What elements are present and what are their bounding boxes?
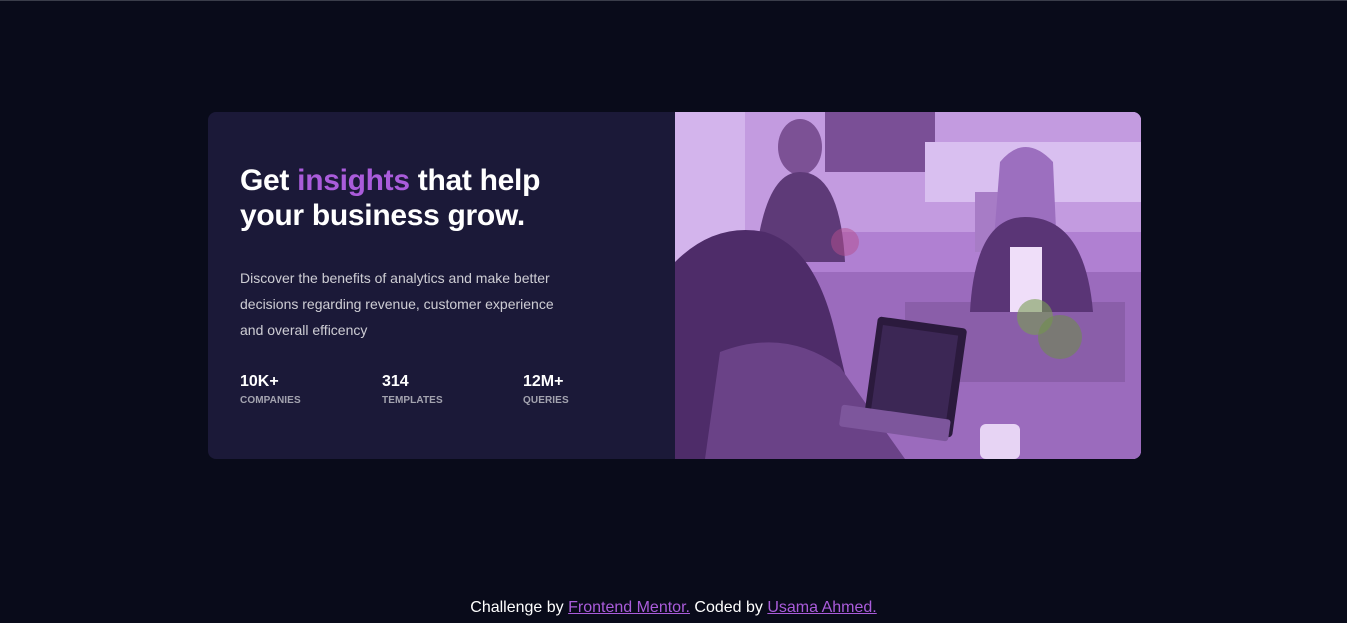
stat-value: 12M+ <box>523 373 564 390</box>
headline-intro: Get <box>240 164 298 197</box>
stat-companies: 10K+ COMPANIES <box>240 371 301 408</box>
stat-queries: 12M+ QUERIES <box>523 371 569 408</box>
attribution-middle: Coded by <box>689 599 768 616</box>
stats-row: 10K+ COMPANIES 314 TEMPLATES 12M+ QUERIE… <box>240 371 600 417</box>
stat-value: 10K+ <box>240 373 279 390</box>
stat-templates: 314 TEMPLATES <box>382 371 443 408</box>
attribution: Challenge by Frontend Mentor. Coded by U… <box>0 597 1347 619</box>
card-content: Get insights that help your business gro… <box>208 112 675 459</box>
card-headline: Get insights that help your business gro… <box>240 163 580 233</box>
frontend-mentor-link[interactable]: Frontend Mentor. <box>568 599 690 616</box>
author-link[interactable]: Usama Ahmed. <box>767 599 876 616</box>
stat-label: COMPANIES <box>240 395 301 406</box>
stat-label: TEMPLATES <box>382 395 443 406</box>
headline-accent-word: insights <box>297 164 410 197</box>
stat-label: QUERIES <box>523 395 569 406</box>
stats-preview-card: Get insights that help your business gro… <box>208 112 1141 459</box>
office-team-illustration <box>675 112 1141 459</box>
attribution-prefix: Challenge by <box>470 599 569 616</box>
office-team-image <box>675 112 1141 459</box>
stat-value: 314 <box>382 373 409 390</box>
card-description: Discover the benefits of analytics and m… <box>240 270 554 338</box>
